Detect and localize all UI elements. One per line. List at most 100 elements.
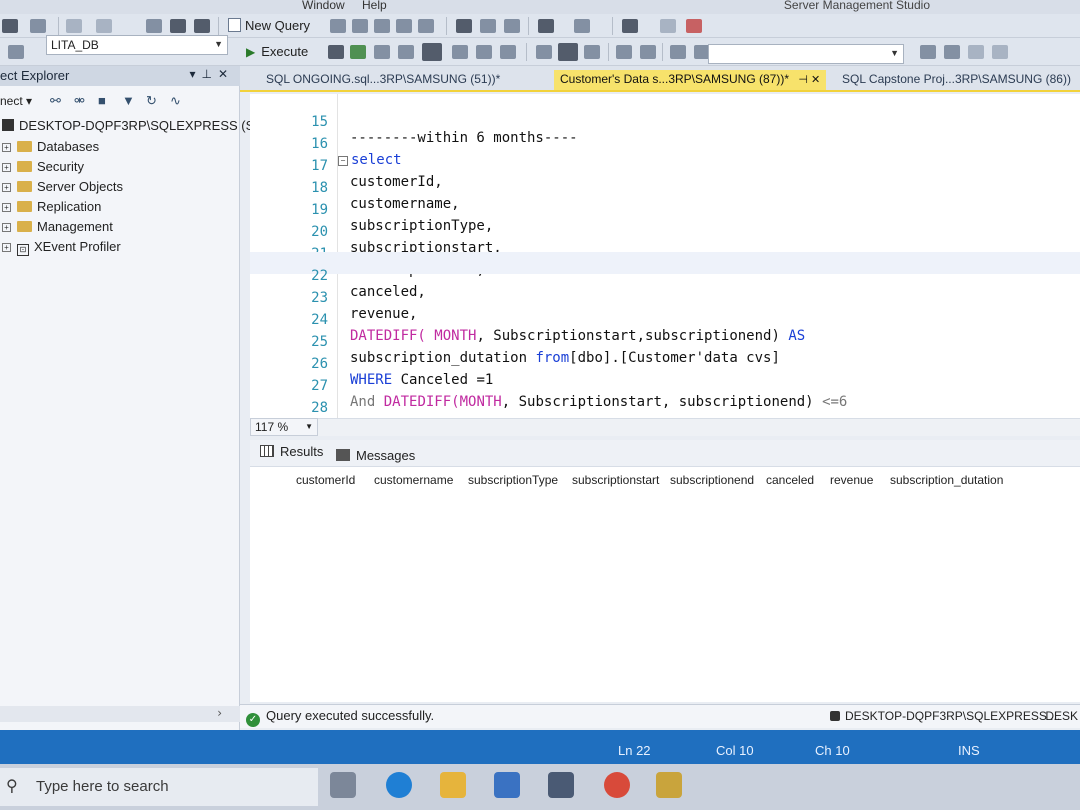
expand-icon[interactable]: + bbox=[2, 203, 11, 212]
connect-dropdown[interactable]: nect ▾ bbox=[0, 94, 32, 108]
task-view-icon[interactable] bbox=[330, 772, 356, 798]
tree-node-replication[interactable]: + Replication bbox=[2, 199, 101, 219]
intellisense-icon[interactable] bbox=[422, 43, 442, 61]
tree-node-server-objects[interactable]: + Server Objects bbox=[2, 179, 123, 199]
live-stats-icon[interactable] bbox=[476, 45, 492, 59]
analysis-query-icon[interactable] bbox=[352, 19, 368, 33]
stop-icon[interactable] bbox=[328, 45, 344, 59]
query-options-icon[interactable] bbox=[398, 45, 414, 59]
results-to-grid-icon[interactable] bbox=[558, 43, 578, 61]
close-icon[interactable]: ✕ bbox=[811, 74, 820, 86]
navigate-icon[interactable] bbox=[686, 19, 702, 33]
query-editor[interactable]: 15 --------within 6 months---- 16 − selec… bbox=[250, 94, 1080, 418]
chevron-down-icon[interactable]: ▼ bbox=[305, 422, 313, 431]
tree-node-security[interactable]: + Security bbox=[2, 159, 84, 179]
estimated-plan-icon[interactable] bbox=[374, 45, 390, 59]
column-header[interactable]: subscriptionstart bbox=[572, 473, 659, 487]
pin-icon[interactable]: ⊣ bbox=[798, 74, 808, 86]
column-header[interactable]: customerId bbox=[296, 473, 355, 487]
toolbar-search-box[interactable]: ▼ bbox=[708, 44, 904, 64]
copy-icon[interactable] bbox=[480, 19, 496, 33]
toolbox-icon[interactable] bbox=[968, 45, 984, 59]
open-file-icon[interactable] bbox=[146, 19, 162, 33]
parse-check-icon[interactable] bbox=[350, 45, 366, 59]
execute-button[interactable]: ▶ Execute bbox=[246, 44, 308, 59]
forward-icon[interactable] bbox=[30, 19, 46, 33]
dmx-query-icon[interactable] bbox=[396, 19, 412, 33]
activity-monitor-icon[interactable]: ∿ bbox=[170, 93, 181, 109]
client-stats-icon[interactable] bbox=[500, 45, 516, 59]
column-header[interactable]: subscriptionend bbox=[670, 473, 754, 487]
screenshot-icon[interactable] bbox=[622, 19, 638, 33]
close-icon[interactable]: ✕ bbox=[218, 67, 234, 81]
redo-icon[interactable] bbox=[574, 19, 590, 33]
horizontal-scrollbar[interactable]: › bbox=[0, 706, 240, 722]
dropdown-icon[interactable] bbox=[660, 19, 676, 33]
menu-window[interactable]: Window bbox=[302, 0, 345, 12]
file-explorer-icon[interactable] bbox=[440, 772, 466, 798]
results-to-text-icon[interactable] bbox=[536, 45, 552, 59]
wrench-icon[interactable] bbox=[944, 45, 960, 59]
disconnect-icon[interactable]: ⚮ bbox=[74, 93, 85, 109]
editor-horizontal-scrollbar[interactable] bbox=[318, 418, 1080, 436]
tree-node-server[interactable]: DESKTOP-DQPF3RP\SQLEXPRESS (SQL bbox=[2, 118, 272, 138]
chevron-down-icon[interactable]: ▼ bbox=[890, 48, 899, 58]
results-to-file-icon[interactable] bbox=[584, 45, 600, 59]
menu-help[interactable]: Help bbox=[362, 0, 387, 12]
refresh-icon[interactable]: ↻ bbox=[146, 93, 157, 109]
column-header[interactable]: subscriptionType bbox=[468, 473, 558, 487]
expand-icon[interactable]: + bbox=[2, 143, 11, 152]
connect-object-icon[interactable]: ⚯ bbox=[50, 93, 61, 109]
database-engine-query-icon[interactable] bbox=[330, 19, 346, 33]
tree-node-databases[interactable]: + Databases bbox=[2, 139, 99, 159]
window-position-icon[interactable]: ▾ bbox=[189, 67, 201, 81]
save-icon[interactable] bbox=[170, 19, 186, 33]
xmla-query-icon[interactable] bbox=[418, 19, 434, 33]
properties-icon[interactable] bbox=[920, 45, 936, 59]
column-header[interactable]: subscription_dutation bbox=[890, 473, 1003, 487]
uncomment-icon[interactable] bbox=[640, 45, 656, 59]
paste-icon[interactable] bbox=[504, 19, 520, 33]
tree-node-xevent-profiler[interactable]: + ⊡ XEvent Profiler bbox=[2, 239, 121, 259]
connect-icon[interactable] bbox=[8, 45, 24, 59]
comment-icon[interactable] bbox=[616, 45, 632, 59]
back-icon[interactable] bbox=[2, 19, 18, 33]
tab-sql-ongoing[interactable]: SQL ONGOING.sql...3RP\SAMSUNG (51))* bbox=[260, 70, 506, 90]
pin-icon[interactable]: ⊥ bbox=[201, 67, 217, 81]
column-header[interactable]: revenue bbox=[830, 473, 873, 487]
include-plan-icon[interactable] bbox=[452, 45, 468, 59]
expand-icon[interactable]: + bbox=[2, 183, 11, 192]
taskbar-search[interactable]: ⚲ Type here to search bbox=[0, 768, 318, 806]
cut-icon[interactable] bbox=[456, 19, 472, 33]
expand-icon[interactable]: + bbox=[2, 223, 11, 232]
add-item-icon[interactable] bbox=[96, 19, 112, 33]
column-header[interactable]: canceled bbox=[766, 473, 814, 487]
stop-icon[interactable]: ■ bbox=[98, 93, 106, 108]
mail-icon[interactable] bbox=[548, 772, 574, 798]
ssms-icon[interactable] bbox=[656, 772, 682, 798]
tab-sql-capstone[interactable]: SQL Capstone Proj...3RP\SAMSUNG (86)) bbox=[836, 70, 1077, 90]
column-header[interactable]: customername bbox=[374, 473, 453, 487]
chrome-icon[interactable] bbox=[604, 772, 630, 798]
results-grid[interactable]: customerId customername subscriptionType… bbox=[250, 466, 1080, 702]
expand-icon[interactable]: + bbox=[2, 243, 11, 252]
decrease-indent-icon[interactable] bbox=[670, 45, 686, 59]
tab-messages[interactable]: Messages bbox=[336, 448, 415, 463]
mdx-query-icon[interactable] bbox=[374, 19, 390, 33]
undo-icon[interactable] bbox=[538, 19, 554, 33]
expand-icon[interactable]: + bbox=[2, 163, 11, 172]
tab-customers-data[interactable]: Customer's Data s...3RP\SAMSUNG (87))* ⊣… bbox=[554, 70, 827, 90]
new-query-button[interactable]: New Query bbox=[228, 18, 310, 33]
new-project-icon[interactable] bbox=[66, 19, 82, 33]
tree-node-management[interactable]: + Management bbox=[2, 219, 113, 239]
edge-icon[interactable] bbox=[386, 772, 412, 798]
scroll-right-icon[interactable]: › bbox=[217, 706, 222, 720]
zoom-select[interactable]: 117 % ▼ bbox=[250, 418, 318, 436]
tab-results[interactable]: Results bbox=[260, 444, 323, 459]
save-all-icon[interactable] bbox=[194, 19, 210, 33]
chevron-down-icon[interactable]: ▼ bbox=[214, 39, 223, 49]
options-icon[interactable] bbox=[992, 45, 1008, 59]
filter-icon[interactable]: ▼ bbox=[122, 93, 135, 108]
store-icon[interactable] bbox=[494, 772, 520, 798]
available-databases-select[interactable]: LITA_DB ▼ bbox=[46, 35, 228, 55]
